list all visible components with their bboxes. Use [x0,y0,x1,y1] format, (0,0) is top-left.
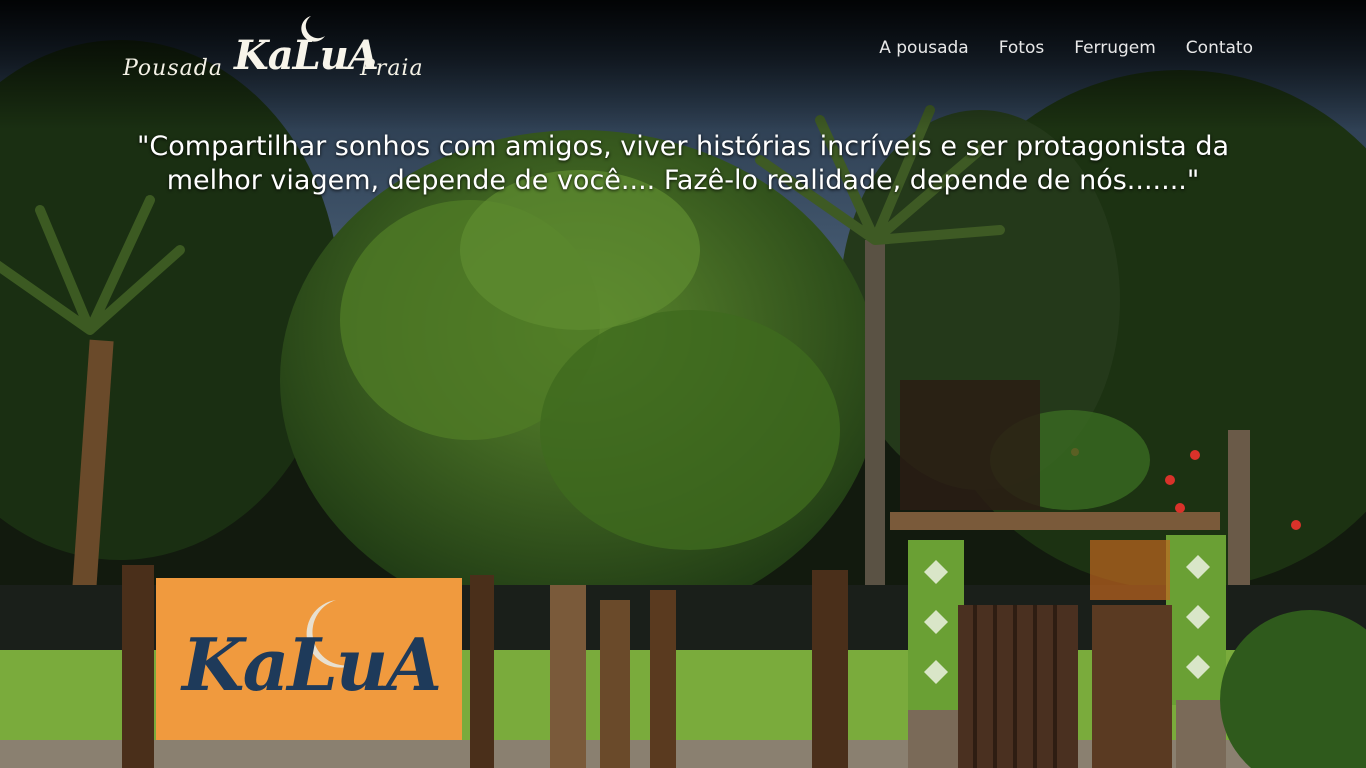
nav-item-a-pousada[interactable]: A pousada [879,38,968,58]
main-nav: A pousada Fotos Ferrugem Contato [879,38,1253,58]
sign-text: KaLuA [182,622,442,707]
logo-suffix: Praia [360,56,424,81]
nav-item-fotos[interactable]: Fotos [999,38,1045,58]
moon-icon [301,16,325,42]
logo-prefix: Pousada [123,56,223,81]
site-logo[interactable]: Pousada KaLuA Praia [120,14,430,84]
kalua-sign: KaLuA [156,578,462,740]
nav-item-contato[interactable]: Contato [1186,38,1253,58]
hero-quote: "Compartilhar sonhos com amigos, viver h… [137,131,1229,196]
nav-item-ferrugem[interactable]: Ferrugem [1074,38,1156,58]
